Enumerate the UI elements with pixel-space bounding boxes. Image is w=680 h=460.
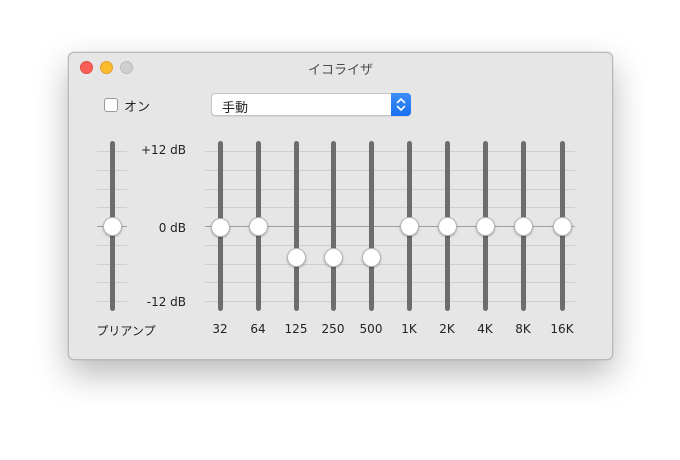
grid-line (205, 264, 575, 265)
band-knob-125[interactable] (286, 247, 306, 267)
preamp-label: プリアンプ (96, 324, 156, 338)
band-label-500: 500 (359, 322, 383, 336)
band-label-16k: 16K (550, 322, 574, 336)
grid-line (205, 301, 575, 302)
band-knob-16k[interactable] (552, 216, 572, 236)
on-checkbox[interactable] (104, 98, 118, 112)
on-label: オン (124, 99, 151, 115)
band-track-500[interactable] (368, 141, 374, 311)
preset-select[interactable]: 手動 (211, 93, 411, 116)
band-knob-1k[interactable] (399, 216, 419, 236)
window-title: イコライザ (307, 63, 373, 78)
band-track-125[interactable] (293, 141, 299, 311)
on-toggle[interactable]: オン (104, 96, 151, 115)
band-knob-64[interactable] (248, 216, 268, 236)
grid-line (205, 170, 575, 171)
band-knob-2k[interactable] (437, 216, 457, 236)
scale-max-label: +12 dB (141, 143, 186, 157)
scale-min-label: -12 dB (146, 295, 186, 309)
grid-line (205, 245, 575, 246)
up-down-chevron-icon[interactable] (391, 93, 411, 116)
band-label-8k: 8K (515, 322, 531, 336)
band-label-32: 32 (212, 322, 228, 336)
preamp-knob[interactable] (102, 216, 122, 236)
band-label-2k: 2K (439, 322, 455, 336)
scale-zero-label: 0 dB (158, 221, 186, 235)
equalizer-window: イコライザ オン 手動 +12 dB 0 dB -12 dB プリアンプ 32 6… (68, 52, 613, 360)
band-knob-250[interactable] (323, 247, 343, 267)
preset-value: 手動 (222, 101, 249, 116)
band-knob-500[interactable] (361, 247, 381, 267)
grid-line (205, 151, 575, 152)
band-knob-32[interactable] (210, 218, 230, 238)
band-knob-4k[interactable] (475, 216, 495, 236)
band-track-250[interactable] (330, 141, 336, 311)
grid-line (205, 207, 575, 208)
band-label-4k: 4K (477, 322, 493, 336)
title-bar[interactable]: イコライザ (69, 53, 612, 83)
band-label-250: 250 (321, 322, 345, 336)
band-knob-8k[interactable] (513, 216, 533, 236)
grid-line (205, 282, 575, 283)
band-label-64: 64 (250, 322, 266, 336)
band-label-1k: 1K (401, 322, 417, 336)
grid-line (205, 189, 575, 190)
band-label-125: 125 (284, 322, 308, 336)
